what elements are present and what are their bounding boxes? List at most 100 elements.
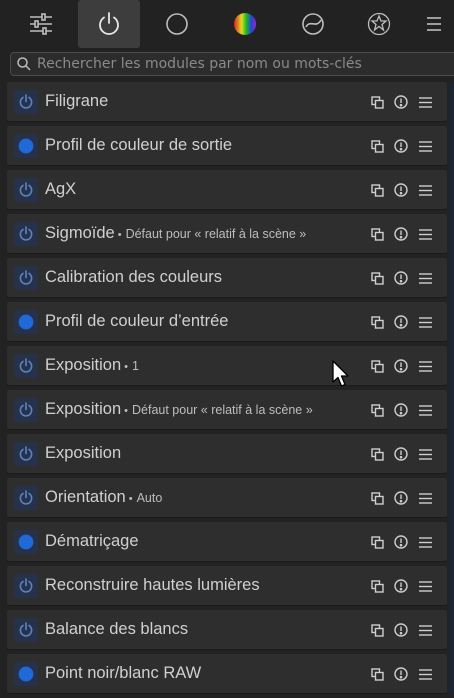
- module-name: Calibration des couleurs: [45, 268, 223, 286]
- reset-button[interactable]: [389, 269, 413, 287]
- reset-button[interactable]: [389, 357, 413, 375]
- presets-menu-button[interactable]: [413, 489, 437, 507]
- multi-instance-icon: [370, 579, 384, 593]
- module-toggle-button[interactable]: [14, 310, 38, 334]
- presets-menu-button[interactable]: [413, 313, 437, 331]
- presets-menu-button[interactable]: [413, 93, 437, 111]
- multi-instance-button[interactable]: [365, 181, 389, 199]
- module-toggle-button[interactable]: [14, 486, 38, 510]
- multi-instance-button[interactable]: [365, 269, 389, 287]
- module-name: Exposition: [45, 400, 122, 418]
- presets-menu-button[interactable]: [413, 445, 437, 463]
- module-row[interactable]: Reconstruire hautes lumières: [7, 566, 447, 605]
- reset-button[interactable]: [389, 137, 413, 155]
- module-toggle-button[interactable]: [14, 354, 38, 378]
- presets-menu-button[interactable]: [413, 137, 437, 155]
- tab-effects[interactable]: [348, 0, 410, 48]
- multi-instance-icon: [370, 183, 384, 197]
- tab-menu[interactable]: [414, 0, 454, 48]
- reset-icon: [394, 491, 408, 505]
- reset-button[interactable]: [389, 489, 413, 507]
- module-separator: •: [128, 493, 133, 505]
- search-input[interactable]: [37, 53, 447, 75]
- tab-correct[interactable]: [282, 0, 344, 48]
- reset-icon: [394, 315, 408, 329]
- multi-instance-icon: [370, 359, 384, 373]
- presets-menu-button[interactable]: [413, 621, 437, 639]
- multi-instance-button[interactable]: [365, 665, 389, 683]
- module-actions: [365, 533, 437, 551]
- reset-icon: [394, 227, 408, 241]
- module-toggle-button[interactable]: [14, 618, 38, 642]
- tab-color[interactable]: [214, 0, 276, 48]
- multi-instance-button[interactable]: [365, 489, 389, 507]
- module-row[interactable]: AgX: [7, 170, 447, 209]
- presets-menu-button[interactable]: [413, 225, 437, 243]
- reset-button[interactable]: [389, 621, 413, 639]
- reset-button[interactable]: [389, 533, 413, 551]
- module-toggle-button[interactable]: [14, 222, 38, 246]
- reset-button[interactable]: [389, 225, 413, 243]
- multi-instance-button[interactable]: [365, 93, 389, 111]
- reset-icon: [394, 359, 408, 373]
- tab-base[interactable]: [146, 0, 208, 48]
- module-row[interactable]: Filigrane: [7, 82, 447, 121]
- multi-instance-button[interactable]: [365, 401, 389, 419]
- reset-button[interactable]: [389, 181, 413, 199]
- module-row[interactable]: Profil de couleur de sortie: [7, 126, 447, 165]
- module-toggle-button[interactable]: [14, 530, 38, 554]
- module-toggle-button[interactable]: [14, 662, 38, 686]
- module-toggle-button[interactable]: [14, 574, 38, 598]
- presets-menu-button[interactable]: [413, 577, 437, 595]
- multi-instance-button[interactable]: [365, 577, 389, 595]
- tab-active-modules[interactable]: [78, 0, 140, 48]
- multi-instance-button[interactable]: [365, 621, 389, 639]
- presets-menu-button[interactable]: [413, 269, 437, 287]
- reset-button[interactable]: [389, 93, 413, 111]
- module-row[interactable]: Calibration des couleurs: [7, 258, 447, 297]
- multi-instance-button[interactable]: [365, 445, 389, 463]
- module-row[interactable]: Exposition: [7, 434, 447, 473]
- multi-instance-button[interactable]: [365, 137, 389, 155]
- module-toggle-button[interactable]: [14, 90, 38, 114]
- module-toggle-button[interactable]: [14, 178, 38, 202]
- reset-icon: [394, 183, 408, 197]
- multi-instance-button[interactable]: [365, 533, 389, 551]
- module-row[interactable]: Exposition • Défaut pour « relatif à la sc…: [7, 390, 447, 429]
- hamburger-icon: [418, 316, 432, 328]
- module-toggle-button[interactable]: [14, 134, 38, 158]
- presets-menu-button[interactable]: [413, 533, 437, 551]
- power-icon: [18, 314, 34, 330]
- module-row[interactable]: Orientation • Auto: [7, 478, 447, 517]
- reset-button[interactable]: [389, 577, 413, 595]
- reset-button[interactable]: [389, 313, 413, 331]
- hamburger-icon: [418, 228, 432, 240]
- module-row[interactable]: Point noir/blanc RAW: [7, 654, 447, 693]
- scrollbar[interactable]: [449, 82, 454, 693]
- presets-menu-button[interactable]: [413, 401, 437, 419]
- reset-button[interactable]: [389, 665, 413, 683]
- module-row[interactable]: Profil de couleur d’entrée: [7, 302, 447, 341]
- reset-button[interactable]: [389, 445, 413, 463]
- module-toggle-button[interactable]: [14, 442, 38, 466]
- module-title: Sigmoïde • Défaut pour « relatif à la scèn…: [45, 214, 306, 253]
- multi-instance-button[interactable]: [365, 225, 389, 243]
- presets-menu-button[interactable]: [413, 181, 437, 199]
- presets-menu-button[interactable]: [413, 665, 437, 683]
- multi-instance-button[interactable]: [365, 357, 389, 375]
- module-toggle-button[interactable]: [14, 398, 38, 422]
- tab-quick-access[interactable]: [10, 0, 72, 48]
- presets-menu-button[interactable]: [413, 357, 437, 375]
- module-row[interactable]: Sigmoïde • Défaut pour « relatif à la scèn…: [7, 214, 447, 253]
- module-row[interactable]: Dématriçage: [7, 522, 447, 561]
- module-toggle-button[interactable]: [14, 266, 38, 290]
- module-row[interactable]: Balance des blancs: [7, 610, 447, 649]
- hamburger-icon: [418, 668, 432, 680]
- search-icon: [17, 57, 31, 71]
- module-row[interactable]: Exposition • 1: [7, 346, 447, 385]
- module-actions: [365, 181, 437, 199]
- reset-button[interactable]: [389, 401, 413, 419]
- multi-instance-button[interactable]: [365, 313, 389, 331]
- multi-instance-icon: [370, 139, 384, 153]
- mouse-pointer-icon: [332, 360, 349, 387]
